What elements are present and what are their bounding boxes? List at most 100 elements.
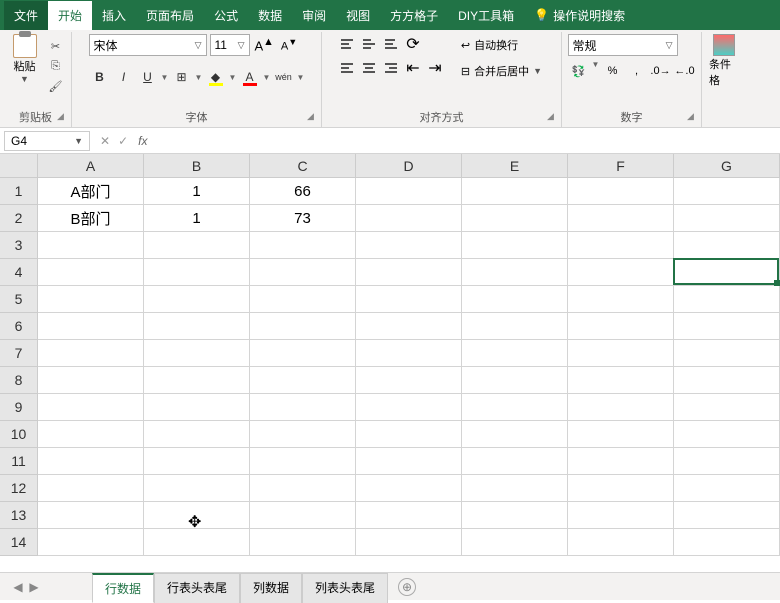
- cell-E4[interactable]: [462, 259, 568, 286]
- cell-A2[interactable]: B部门: [38, 205, 144, 232]
- cell-F2[interactable]: [568, 205, 674, 232]
- sheet-nav-next[interactable]: ▶: [26, 580, 42, 594]
- decrease-decimal-button[interactable]: ←.0: [674, 60, 696, 82]
- column-header-C[interactable]: C: [250, 154, 356, 178]
- cell-F8[interactable]: [568, 367, 674, 394]
- cell-D13[interactable]: [356, 502, 462, 529]
- cell-D4[interactable]: [356, 259, 462, 286]
- percent-button[interactable]: %: [602, 60, 624, 82]
- number-dialog-launcher[interactable]: ◢: [687, 111, 699, 123]
- increase-indent-button[interactable]: ⇥: [425, 58, 445, 78]
- cell-F12[interactable]: [568, 475, 674, 502]
- column-header-B[interactable]: B: [144, 154, 250, 178]
- italic-button[interactable]: I: [113, 66, 135, 88]
- fill-color-button[interactable]: ◆: [205, 66, 227, 88]
- bold-button[interactable]: B: [89, 66, 111, 88]
- cell-G9[interactable]: [674, 394, 780, 421]
- cell-D11[interactable]: [356, 448, 462, 475]
- font-name-select[interactable]: 宋体 ▽: [89, 34, 207, 56]
- formula-input[interactable]: [153, 131, 780, 151]
- row-header-8[interactable]: 8: [0, 367, 38, 394]
- alignment-dialog-launcher[interactable]: ◢: [547, 111, 559, 123]
- cells-area[interactable]: A部门166B部门173: [38, 178, 780, 556]
- add-sheet-button[interactable]: ⊕: [398, 578, 416, 596]
- tell-me[interactable]: 💡 操作说明搜索: [534, 7, 625, 24]
- increase-font-button[interactable]: A▲: [253, 36, 276, 53]
- cell-A13[interactable]: [38, 502, 144, 529]
- row-header-9[interactable]: 9: [0, 394, 38, 421]
- merge-center-button[interactable]: ⊟ 合并后居中 ▼: [457, 60, 546, 82]
- align-center-button[interactable]: [359, 58, 379, 78]
- cell-F5[interactable]: [568, 286, 674, 313]
- cell-A4[interactable]: [38, 259, 144, 286]
- cell-C6[interactable]: [250, 313, 356, 340]
- cell-A1[interactable]: A部门: [38, 178, 144, 205]
- column-header-E[interactable]: E: [462, 154, 568, 178]
- row-header-3[interactable]: 3: [0, 232, 38, 259]
- cell-C12[interactable]: [250, 475, 356, 502]
- cell-B3[interactable]: [144, 232, 250, 259]
- cell-A7[interactable]: [38, 340, 144, 367]
- font-color-button[interactable]: A: [239, 66, 261, 88]
- paste-button[interactable]: 粘贴 ▼: [7, 34, 43, 84]
- row-header-14[interactable]: 14: [0, 529, 38, 556]
- row-header-2[interactable]: 2: [0, 205, 38, 232]
- sheet-nav-prev[interactable]: ◀: [10, 580, 26, 594]
- phonetic-button[interactable]: wén: [273, 66, 295, 88]
- align-middle-button[interactable]: [359, 34, 379, 54]
- menu-formula[interactable]: 公式: [204, 1, 248, 30]
- align-right-button[interactable]: [381, 58, 401, 78]
- cell-B8[interactable]: [144, 367, 250, 394]
- menu-home[interactable]: 开始: [48, 1, 92, 30]
- cell-E11[interactable]: [462, 448, 568, 475]
- cell-B7[interactable]: [144, 340, 250, 367]
- cell-C3[interactable]: [250, 232, 356, 259]
- cell-D1[interactable]: [356, 178, 462, 205]
- row-header-10[interactable]: 10: [0, 421, 38, 448]
- font-size-select[interactable]: 11 ▽: [210, 34, 250, 56]
- cell-D12[interactable]: [356, 475, 462, 502]
- cell-B4[interactable]: [144, 259, 250, 286]
- cell-A5[interactable]: [38, 286, 144, 313]
- copy-button[interactable]: ⎘: [47, 58, 65, 74]
- cell-C1[interactable]: 66: [250, 178, 356, 205]
- cell-F13[interactable]: [568, 502, 674, 529]
- cell-G6[interactable]: [674, 313, 780, 340]
- align-top-button[interactable]: [337, 34, 357, 54]
- column-header-F[interactable]: F: [568, 154, 674, 178]
- underline-button[interactable]: U: [137, 66, 159, 88]
- menu-view[interactable]: 视图: [336, 1, 380, 30]
- column-header-A[interactable]: A: [38, 154, 144, 178]
- align-left-button[interactable]: [337, 58, 357, 78]
- cell-C8[interactable]: [250, 367, 356, 394]
- cell-D7[interactable]: [356, 340, 462, 367]
- menu-insert[interactable]: 插入: [92, 1, 136, 30]
- cell-E3[interactable]: [462, 232, 568, 259]
- chevron-down-icon[interactable]: ▼: [195, 73, 203, 82]
- cell-D6[interactable]: [356, 313, 462, 340]
- row-header-13[interactable]: 13: [0, 502, 38, 529]
- cell-A14[interactable]: [38, 529, 144, 556]
- column-header-G[interactable]: G: [674, 154, 780, 178]
- cell-A11[interactable]: [38, 448, 144, 475]
- cell-G10[interactable]: [674, 421, 780, 448]
- cell-A6[interactable]: [38, 313, 144, 340]
- cell-F9[interactable]: [568, 394, 674, 421]
- chevron-down-icon[interactable]: ▼: [592, 60, 600, 82]
- row-header-6[interactable]: 6: [0, 313, 38, 340]
- menu-review[interactable]: 审阅: [292, 1, 336, 30]
- cell-E10[interactable]: [462, 421, 568, 448]
- cell-B6[interactable]: [144, 313, 250, 340]
- cell-D8[interactable]: [356, 367, 462, 394]
- cell-D9[interactable]: [356, 394, 462, 421]
- cell-C10[interactable]: [250, 421, 356, 448]
- column-header-D[interactable]: D: [356, 154, 462, 178]
- cell-D14[interactable]: [356, 529, 462, 556]
- menu-layout[interactable]: 页面布局: [136, 1, 204, 30]
- name-box[interactable]: G4 ▼: [4, 131, 90, 151]
- cell-D3[interactable]: [356, 232, 462, 259]
- cell-F1[interactable]: [568, 178, 674, 205]
- sheet-tab-2[interactable]: 列数据: [240, 573, 302, 603]
- sheet-tab-0[interactable]: 行数据: [92, 573, 154, 603]
- cell-C4[interactable]: [250, 259, 356, 286]
